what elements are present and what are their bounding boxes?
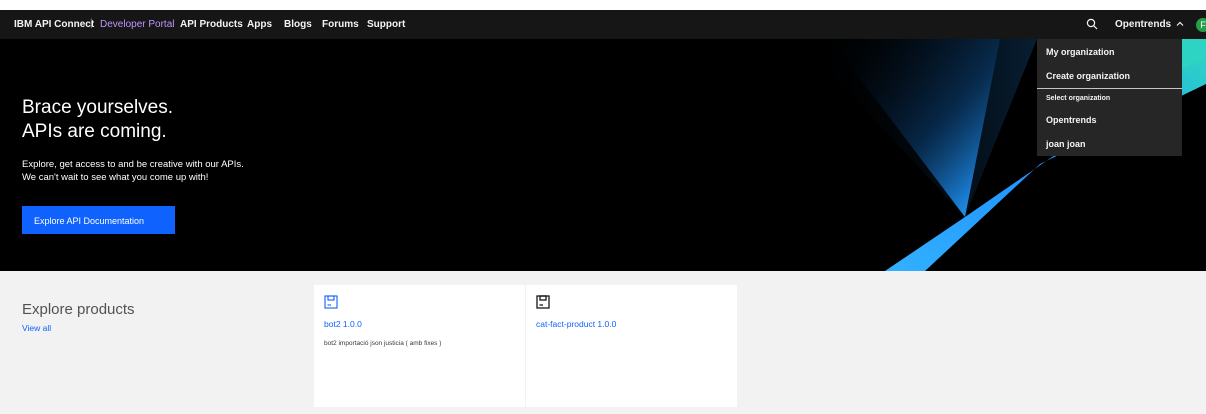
org-switcher-label[interactable]: Opentrends: [1115, 19, 1171, 30]
view-all-link[interactable]: View all: [22, 323, 51, 333]
brand-separator: |: [90, 18, 93, 29]
product-icon: [536, 295, 550, 309]
org-dropdown-menu: My organization Create organization Sele…: [1037, 39, 1182, 156]
hero-description-line-1: Explore, get access to and be creative w…: [22, 159, 244, 170]
hero-title-line-2: APIs are coming.: [22, 121, 167, 142]
nav-link-forums[interactable]: Forums: [322, 19, 359, 30]
menu-item-org-opentrends[interactable]: Opentrends: [1046, 115, 1097, 125]
products-section: Explore products View all bot2 1.0.0 bot…: [0, 271, 1206, 414]
menu-item-my-organization[interactable]: My organization: [1046, 47, 1115, 57]
menu-divider: [1037, 88, 1182, 89]
product-card[interactable]: cat-fact-product 1.0.0: [526, 285, 737, 407]
product-description: bot2 importació json justicia ( amb fixe…: [324, 340, 442, 347]
section-title: Explore products: [22, 301, 135, 318]
hero-description-line-2: We can't wait to see what you come up wi…: [22, 172, 209, 183]
top-strip: [0, 0, 1206, 10]
nav-link-api-products[interactable]: API Products: [180, 19, 243, 30]
hero-beam-graphic: [800, 39, 1206, 271]
hero-title-line-1: Brace yourselves.: [22, 97, 174, 118]
nav-link-apps[interactable]: Apps: [247, 19, 272, 30]
menu-item-create-organization[interactable]: Create organization: [1046, 71, 1130, 81]
product-card[interactable]: bot2 1.0.0 bot2 importació json justicia…: [314, 285, 525, 407]
top-navbar: IBM API Connect | Developer Portal API P…: [0, 10, 1206, 39]
product-name[interactable]: bot2 1.0.0: [324, 319, 362, 329]
nav-link-support[interactable]: Support: [367, 19, 405, 30]
product-icon: [324, 295, 338, 309]
hero-description: Explore, get access to and be creative w…: [22, 158, 244, 184]
select-organization-heading: Select organization: [1046, 95, 1111, 102]
hero-title: Brace yourselves. APIs are coming.: [22, 96, 173, 144]
nav-link-blogs[interactable]: Blogs: [284, 19, 312, 30]
portal-name[interactable]: Developer Portal: [100, 19, 174, 30]
search-icon[interactable]: [1086, 18, 1098, 30]
product-name[interactable]: cat-fact-product 1.0.0: [536, 319, 616, 329]
menu-item-org-joan-joan[interactable]: joan joan: [1046, 139, 1086, 149]
explore-api-docs-button[interactable]: Explore API Documentation: [22, 206, 175, 234]
avatar[interactable]: F: [1196, 18, 1206, 32]
chevron-up-icon[interactable]: [1175, 19, 1185, 29]
hero-banner: Brace yourselves. APIs are coming. Explo…: [0, 39, 1206, 271]
brand-name[interactable]: IBM API Connect: [14, 19, 94, 30]
